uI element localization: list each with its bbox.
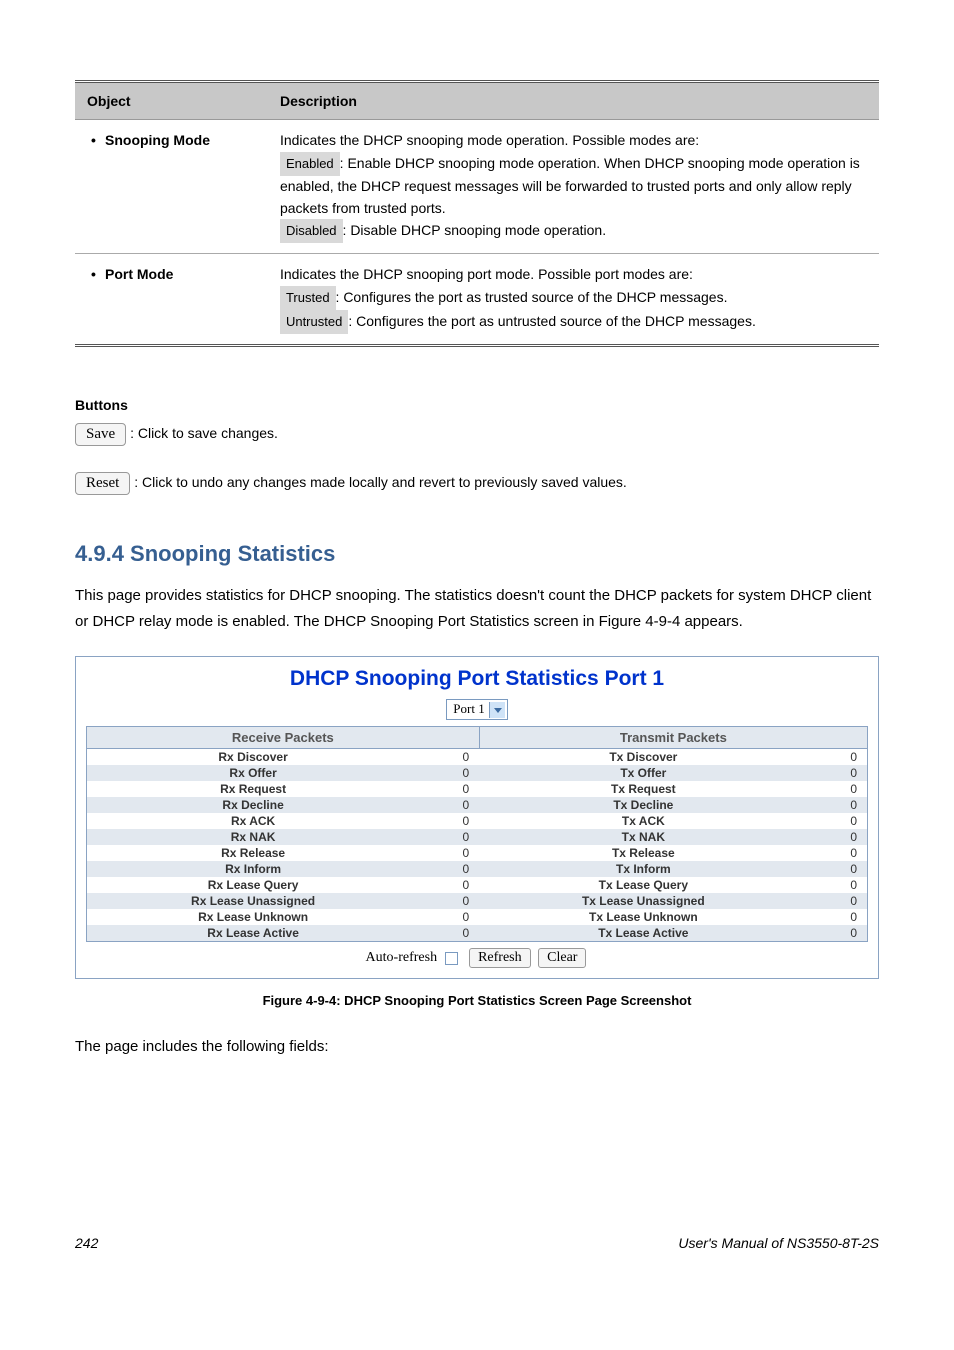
stats-row: Rx Decline0Tx Decline0 <box>87 797 868 813</box>
auto-refresh-label: Auto-refresh <box>366 950 438 965</box>
stats-grid: Receive Packets Transmit Packets Rx Disc… <box>86 726 868 942</box>
refresh-button[interactable]: Refresh <box>469 948 531 968</box>
stats-row: Rx Lease Unknown0Tx Lease Unknown0 <box>87 909 868 925</box>
rx-label: Rx Lease Unknown <box>87 909 420 925</box>
col-description-header: Description <box>268 82 879 120</box>
option-enabled: Enabled <box>280 152 340 176</box>
option-untrusted: Untrusted <box>280 310 348 334</box>
clear-button[interactable]: Clear <box>538 948 586 968</box>
rx-label: Rx NAK <box>87 829 420 845</box>
stats-row: Rx Request0Tx Request0 <box>87 781 868 797</box>
tx-value: 0 <box>808 765 868 781</box>
option-disabled: Disabled <box>280 219 343 243</box>
rx-label: Rx ACK <box>87 813 420 829</box>
save-button[interactable]: Save <box>75 423 126 446</box>
rx-value: 0 <box>419 749 479 766</box>
tx-value: 0 <box>808 845 868 861</box>
rx-label: Rx Discover <box>87 749 420 766</box>
reset-description: : Click to undo any changes made locally… <box>134 474 627 490</box>
section-intro: This page provides statistics for DHCP s… <box>75 583 879 634</box>
tx-value: 0 <box>808 813 868 829</box>
stats-row: Rx ACK0Tx ACK0 <box>87 813 868 829</box>
tx-label: Tx Lease Query <box>479 877 807 893</box>
save-description: : Click to save changes. <box>130 425 278 441</box>
fields-intro: The page includes the following fields: <box>75 1038 879 1055</box>
rx-value: 0 <box>419 925 479 942</box>
chevron-down-icon <box>489 702 505 718</box>
rx-label: Rx Lease Unassigned <box>87 893 420 909</box>
page-footer: 242User's Manual of NS3550-8T-2S <box>75 1235 879 1251</box>
tx-label: Tx Discover <box>479 749 807 766</box>
rx-value: 0 <box>419 877 479 893</box>
tx-value: 0 <box>808 797 868 813</box>
stats-row: Rx Lease Unassigned0Tx Lease Unassigned0 <box>87 893 868 909</box>
option-trusted: Trusted <box>280 286 336 310</box>
rx-label: Rx Lease Active <box>87 925 420 942</box>
row-description: Indicates the DHCP snooping port mode. P… <box>268 254 879 346</box>
rx-value: 0 <box>419 813 479 829</box>
rx-value: 0 <box>419 765 479 781</box>
tx-value: 0 <box>808 893 868 909</box>
port-select[interactable]: Port 1 <box>446 699 507 720</box>
stats-row: Rx Inform0Tx Inform0 <box>87 861 868 877</box>
stats-row: Rx Discover0Tx Discover0 <box>87 749 868 766</box>
tx-value: 0 <box>808 877 868 893</box>
rx-label: Rx Decline <box>87 797 420 813</box>
rx-value: 0 <box>419 845 479 861</box>
rx-value: 0 <box>419 861 479 877</box>
col-object-header: Object <box>75 82 268 120</box>
tx-value: 0 <box>808 909 868 925</box>
reset-button[interactable]: Reset <box>75 472 130 495</box>
tx-label: Tx NAK <box>479 829 807 845</box>
rx-label: Rx Lease Query <box>87 877 420 893</box>
rx-value: 0 <box>419 893 479 909</box>
stats-row: Rx NAK0Tx NAK0 <box>87 829 868 845</box>
tx-label: Tx Lease Unassigned <box>479 893 807 909</box>
row-label: Snooping Mode <box>87 130 256 152</box>
rx-value: 0 <box>419 781 479 797</box>
transmit-packets-header: Transmit Packets <box>479 727 867 749</box>
row-description: Indicates the DHCP snooping mode operati… <box>268 120 879 254</box>
tx-label: Tx Decline <box>479 797 807 813</box>
stats-row: Rx Release0Tx Release0 <box>87 845 868 861</box>
tx-value: 0 <box>808 749 868 766</box>
rx-value: 0 <box>419 909 479 925</box>
auto-refresh-checkbox[interactable] <box>445 952 458 965</box>
stats-row: Rx Lease Query0Tx Lease Query0 <box>87 877 868 893</box>
dhcp-snooping-stats-panel: DHCP Snooping Port Statistics Port 1 Por… <box>75 656 879 979</box>
stats-row: Rx Offer0Tx Offer0 <box>87 765 868 781</box>
rx-label: Rx Release <box>87 845 420 861</box>
tx-label: Tx Lease Unknown <box>479 909 807 925</box>
rx-value: 0 <box>419 829 479 845</box>
buttons-heading: Buttons <box>75 397 879 413</box>
table-row: Port Mode Indicates the DHCP snooping po… <box>75 254 879 346</box>
rx-label: Rx Inform <box>87 861 420 877</box>
stats-row: Rx Lease Active0Tx Lease Active0 <box>87 925 868 942</box>
stats-title: DHCP Snooping Port Statistics Port 1 <box>76 667 878 691</box>
tx-label: Tx Inform <box>479 861 807 877</box>
row-label: Port Mode <box>87 264 256 286</box>
receive-packets-header: Receive Packets <box>87 727 480 749</box>
tx-value: 0 <box>808 781 868 797</box>
tx-value: 0 <box>808 829 868 845</box>
tx-label: Tx Offer <box>479 765 807 781</box>
tx-label: Tx Release <box>479 845 807 861</box>
table-row: Snooping Mode Indicates the DHCP snoopin… <box>75 120 879 254</box>
tx-label: Tx ACK <box>479 813 807 829</box>
object-description-table: Object Description Snooping Mode Indicat… <box>75 80 879 347</box>
tx-label: Tx Request <box>479 781 807 797</box>
tx-value: 0 <box>808 861 868 877</box>
rx-label: Rx Request <box>87 781 420 797</box>
rx-value: 0 <box>419 797 479 813</box>
rx-label: Rx Offer <box>87 765 420 781</box>
tx-label: Tx Lease Active <box>479 925 807 942</box>
figure-caption: Figure 4-9-4: DHCP Snooping Port Statist… <box>75 993 879 1008</box>
tx-value: 0 <box>808 925 868 942</box>
section-heading: 4.9.4 Snooping Statistics <box>75 541 879 567</box>
